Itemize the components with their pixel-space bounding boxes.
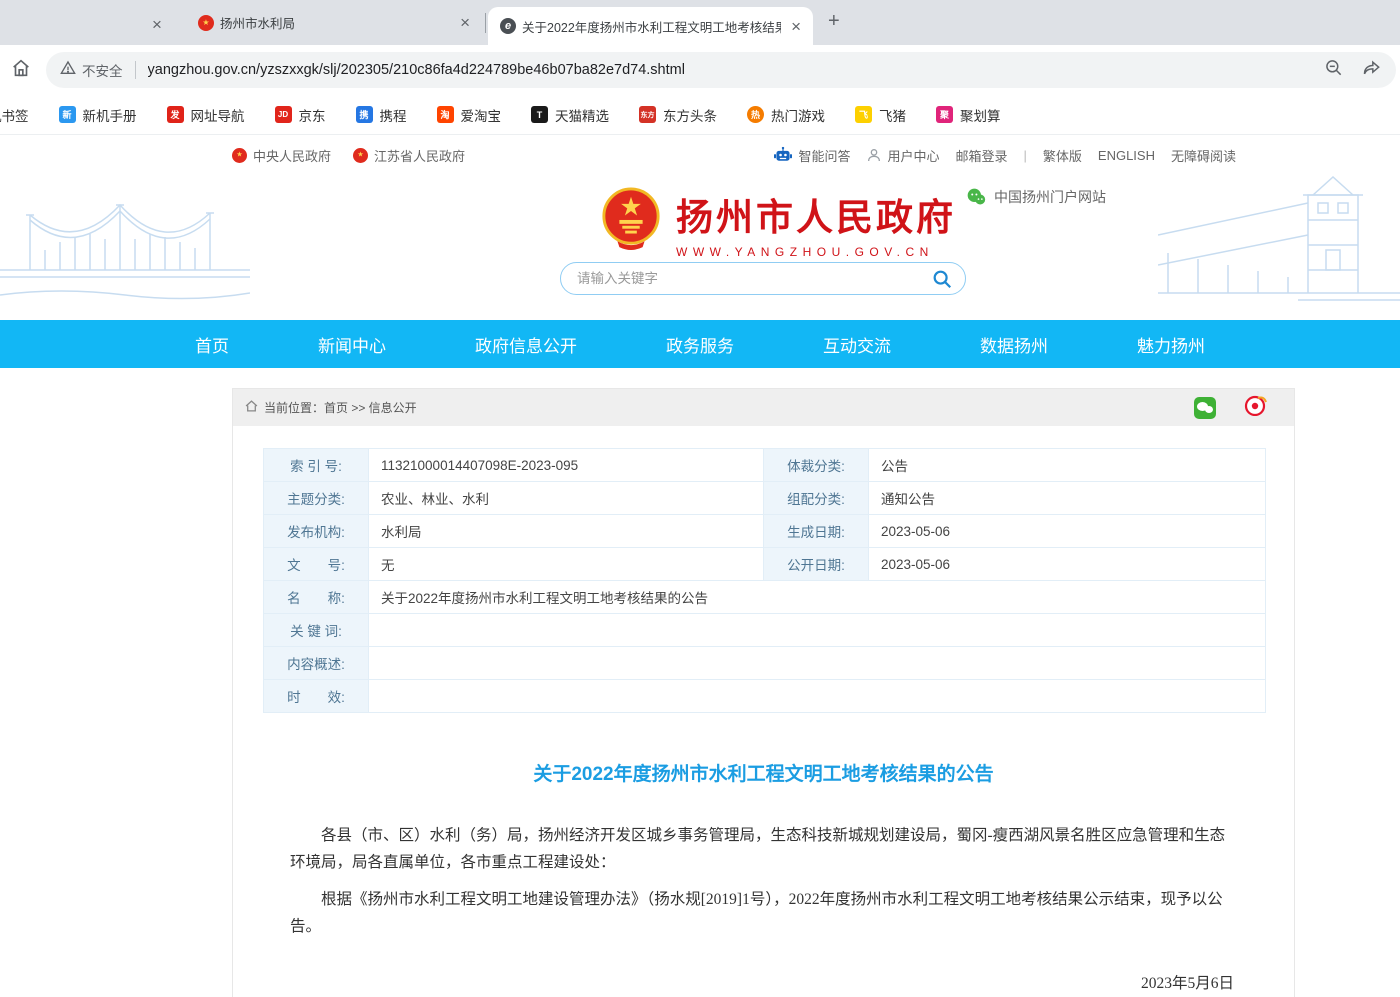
nav-item-interaction[interactable]: 互动交流 (823, 332, 891, 357)
bookmark-item[interactable]: 飞飞猪 (855, 105, 906, 125)
omnibox-divider (135, 61, 136, 79)
site-url-label: WWW.YANGZHOU.GOV.CN (676, 245, 956, 259)
breadcrumb[interactable]: 当前位置：首页 >> 信息公开 (264, 399, 417, 416)
nav-item-home[interactable]: 首页 (195, 332, 229, 357)
site-logo[interactable]: 扬州市人民政府 WWW.YANGZHOU.GOV.CN (600, 187, 956, 259)
bookmark-icon: 新 (59, 106, 76, 123)
bookmark-item[interactable]: 热热门游戏 (747, 105, 825, 125)
tab-active-announcement[interactable]: e 关于2022年度扬州市水利工程文明工地考核结果的公告 × (488, 7, 813, 45)
home-icon (245, 399, 258, 417)
bookmark-icon: 东方 (639, 106, 656, 123)
close-icon[interactable]: × (456, 12, 474, 33)
bookmark-item[interactable]: 淘爱淘宝 (437, 105, 502, 125)
nav-item-services[interactable]: 政务服务 (666, 332, 734, 357)
bridge-sketch-right (1158, 175, 1400, 320)
search-input[interactable] (577, 271, 931, 286)
article-paragraph: 根据《扬州市水利工程文明工地建设管理办法》（扬水规[2019]1号），2022年… (290, 886, 1237, 940)
english-version-link[interactable]: ENGLISH (1098, 148, 1155, 163)
traditional-version-link[interactable]: 繁体版 (1043, 146, 1082, 165)
site-banner: 扬州市人民政府 WWW.YANGZHOU.GOV.CN 中国扬州门户网站 (0, 175, 1400, 320)
tab-title: 关于2022年度扬州市水利工程文明工地考核结果的公告 (522, 17, 781, 36)
nav-item-news[interactable]: 新闻中心 (318, 332, 386, 357)
portal-link[interactable]: 中国扬州门户网站 (966, 187, 1106, 207)
share-wechat-icon[interactable] (1194, 397, 1216, 419)
bookmark-icon: JD (275, 106, 292, 123)
url-text: yangzhou.gov.cn/yzszxxgk/slj/202305/210c… (148, 62, 1307, 78)
bookmark-icon: 淘 (437, 106, 454, 123)
share-weibo-icon[interactable] (1244, 394, 1268, 421)
robot-icon (773, 146, 793, 164)
bookmark-item[interactable]: T天猫精选 (531, 105, 609, 125)
bookmark-icon: 聚 (936, 106, 953, 123)
url-omnibox[interactable]: 不安全 yangzhou.gov.cn/yzszxxgk/slj/202305/… (46, 52, 1396, 88)
user-center-link[interactable]: 用户中心 (866, 146, 939, 165)
gov-emblem-icon (353, 148, 368, 163)
table-row: 文 号: 无 公开日期: 2023-05-06 (264, 548, 1266, 581)
gov-top-links-row: 中央人民政府 江苏省人民政府 智能问答 用户中心 邮箱登录 | 繁体版 ENGL… (0, 135, 1400, 175)
gov-emblem-favicon-icon (198, 15, 214, 31)
table-row: 索 引 号: 11321000014407098E-2023-095 体裁分类:… (264, 449, 1266, 482)
table-row: 时 效: (264, 680, 1266, 713)
bookmark-item[interactable]: 机书签 (0, 105, 29, 125)
security-status-label: 不安全 (82, 60, 123, 80)
article-title: 关于2022年度扬州市水利工程文明工地考核结果的公告 (233, 759, 1294, 786)
share-icon[interactable] (1362, 58, 1382, 83)
accessibility-link[interactable]: 无障碍阅读 (1171, 146, 1236, 165)
link-jiangsu-government[interactable]: 江苏省人民政府 (353, 146, 465, 165)
site-search-box[interactable] (560, 262, 966, 295)
bookmarks-bar: 机书签 新新机手册 发网址导航 JD京东 携携程 淘爱淘宝 T天猫精选 东方东方… (0, 95, 1400, 135)
smart-qa-link[interactable]: 智能问答 (773, 146, 850, 165)
bookmark-icon: 飞 (855, 106, 872, 123)
close-icon[interactable]: × (148, 14, 166, 35)
table-row: 关 键 词: (264, 614, 1266, 647)
article-date: 2023年5月6日 (233, 970, 1234, 997)
bookmark-item[interactable]: 携携程 (356, 105, 407, 125)
table-row: 名 称: 关于2022年度扬州市水利工程文明工地考核结果的公告 (264, 581, 1266, 614)
bookmark-icon: 发 (167, 106, 184, 123)
article-paragraph: 各县（市、区）水利（务）局，扬州经济开发区城乡事务管理局，生态科技新城规划建设局… (290, 822, 1237, 876)
wechat-icon (966, 187, 986, 207)
content-panel: 当前位置：首页 >> 信息公开 索 引 号: 11321000014407098… (232, 388, 1295, 997)
breadcrumb-bar: 当前位置：首页 >> 信息公开 (233, 389, 1294, 426)
mail-login-link[interactable]: 邮箱登录 (955, 146, 1007, 165)
bookmark-icon: 携 (356, 106, 373, 123)
tab-title: 扬州市水利局 (220, 13, 450, 32)
bookmark-item[interactable]: 聚聚划算 (936, 105, 1001, 125)
gov-emblem-icon (232, 148, 247, 163)
bookmark-item[interactable]: 新新机手册 (59, 105, 137, 125)
table-row: 发布机构: 水利局 生成日期: 2023-05-06 (264, 515, 1266, 548)
bookmark-icon: T (531, 106, 548, 123)
nav-item-info-disclosure[interactable]: 政府信息公开 (475, 332, 577, 357)
bookmark-item[interactable]: JD京东 (275, 105, 326, 125)
table-row: 主题分类: 农业、林业、水利 组配分类: 通知公告 (264, 482, 1266, 515)
zoom-out-icon[interactable] (1324, 58, 1344, 83)
table-row: 内容概述: (264, 647, 1266, 680)
nav-item-charm[interactable]: 魅力扬州 (1137, 332, 1205, 357)
site-name: 扬州市人民政府 (676, 187, 956, 241)
home-icon[interactable] (10, 57, 32, 84)
site-favicon-icon: e (500, 18, 516, 34)
browser-tab-strip: × 扬州市水利局 × e 关于2022年度扬州市水利工程文明工地考核结果的公告 … (0, 0, 1400, 45)
link-central-government[interactable]: 中央人民政府 (232, 146, 331, 165)
main-navigation: 首页 新闻中心 政府信息公开 政务服务 互动交流 数据扬州 魅力扬州 (0, 320, 1400, 368)
national-emblem-icon (600, 187, 662, 251)
bridge-sketch-left (0, 175, 250, 320)
separator: | (1024, 148, 1027, 163)
bookmark-icon: 热 (747, 106, 764, 123)
nav-item-data[interactable]: 数据扬州 (980, 332, 1048, 357)
browser-address-bar: 不安全 yangzhou.gov.cn/yzszxxgk/slj/202305/… (0, 45, 1400, 95)
bookmark-item[interactable]: 发网址导航 (167, 105, 245, 125)
new-tab-button[interactable]: + (828, 10, 840, 33)
document-meta-table: 索 引 号: 11321000014407098E-2023-095 体裁分类:… (263, 448, 1266, 713)
tab-yangzhou-water-bureau[interactable]: 扬州市水利局 × (186, 0, 482, 45)
user-icon (866, 147, 882, 163)
search-icon[interactable] (931, 268, 953, 290)
page-background: 当前位置：首页 >> 信息公开 索 引 号: 11321000014407098… (0, 368, 1400, 997)
not-secure-warning-icon (60, 60, 76, 80)
close-icon[interactable]: × (787, 16, 805, 37)
bookmark-item[interactable]: 东方东方头条 (639, 105, 717, 125)
